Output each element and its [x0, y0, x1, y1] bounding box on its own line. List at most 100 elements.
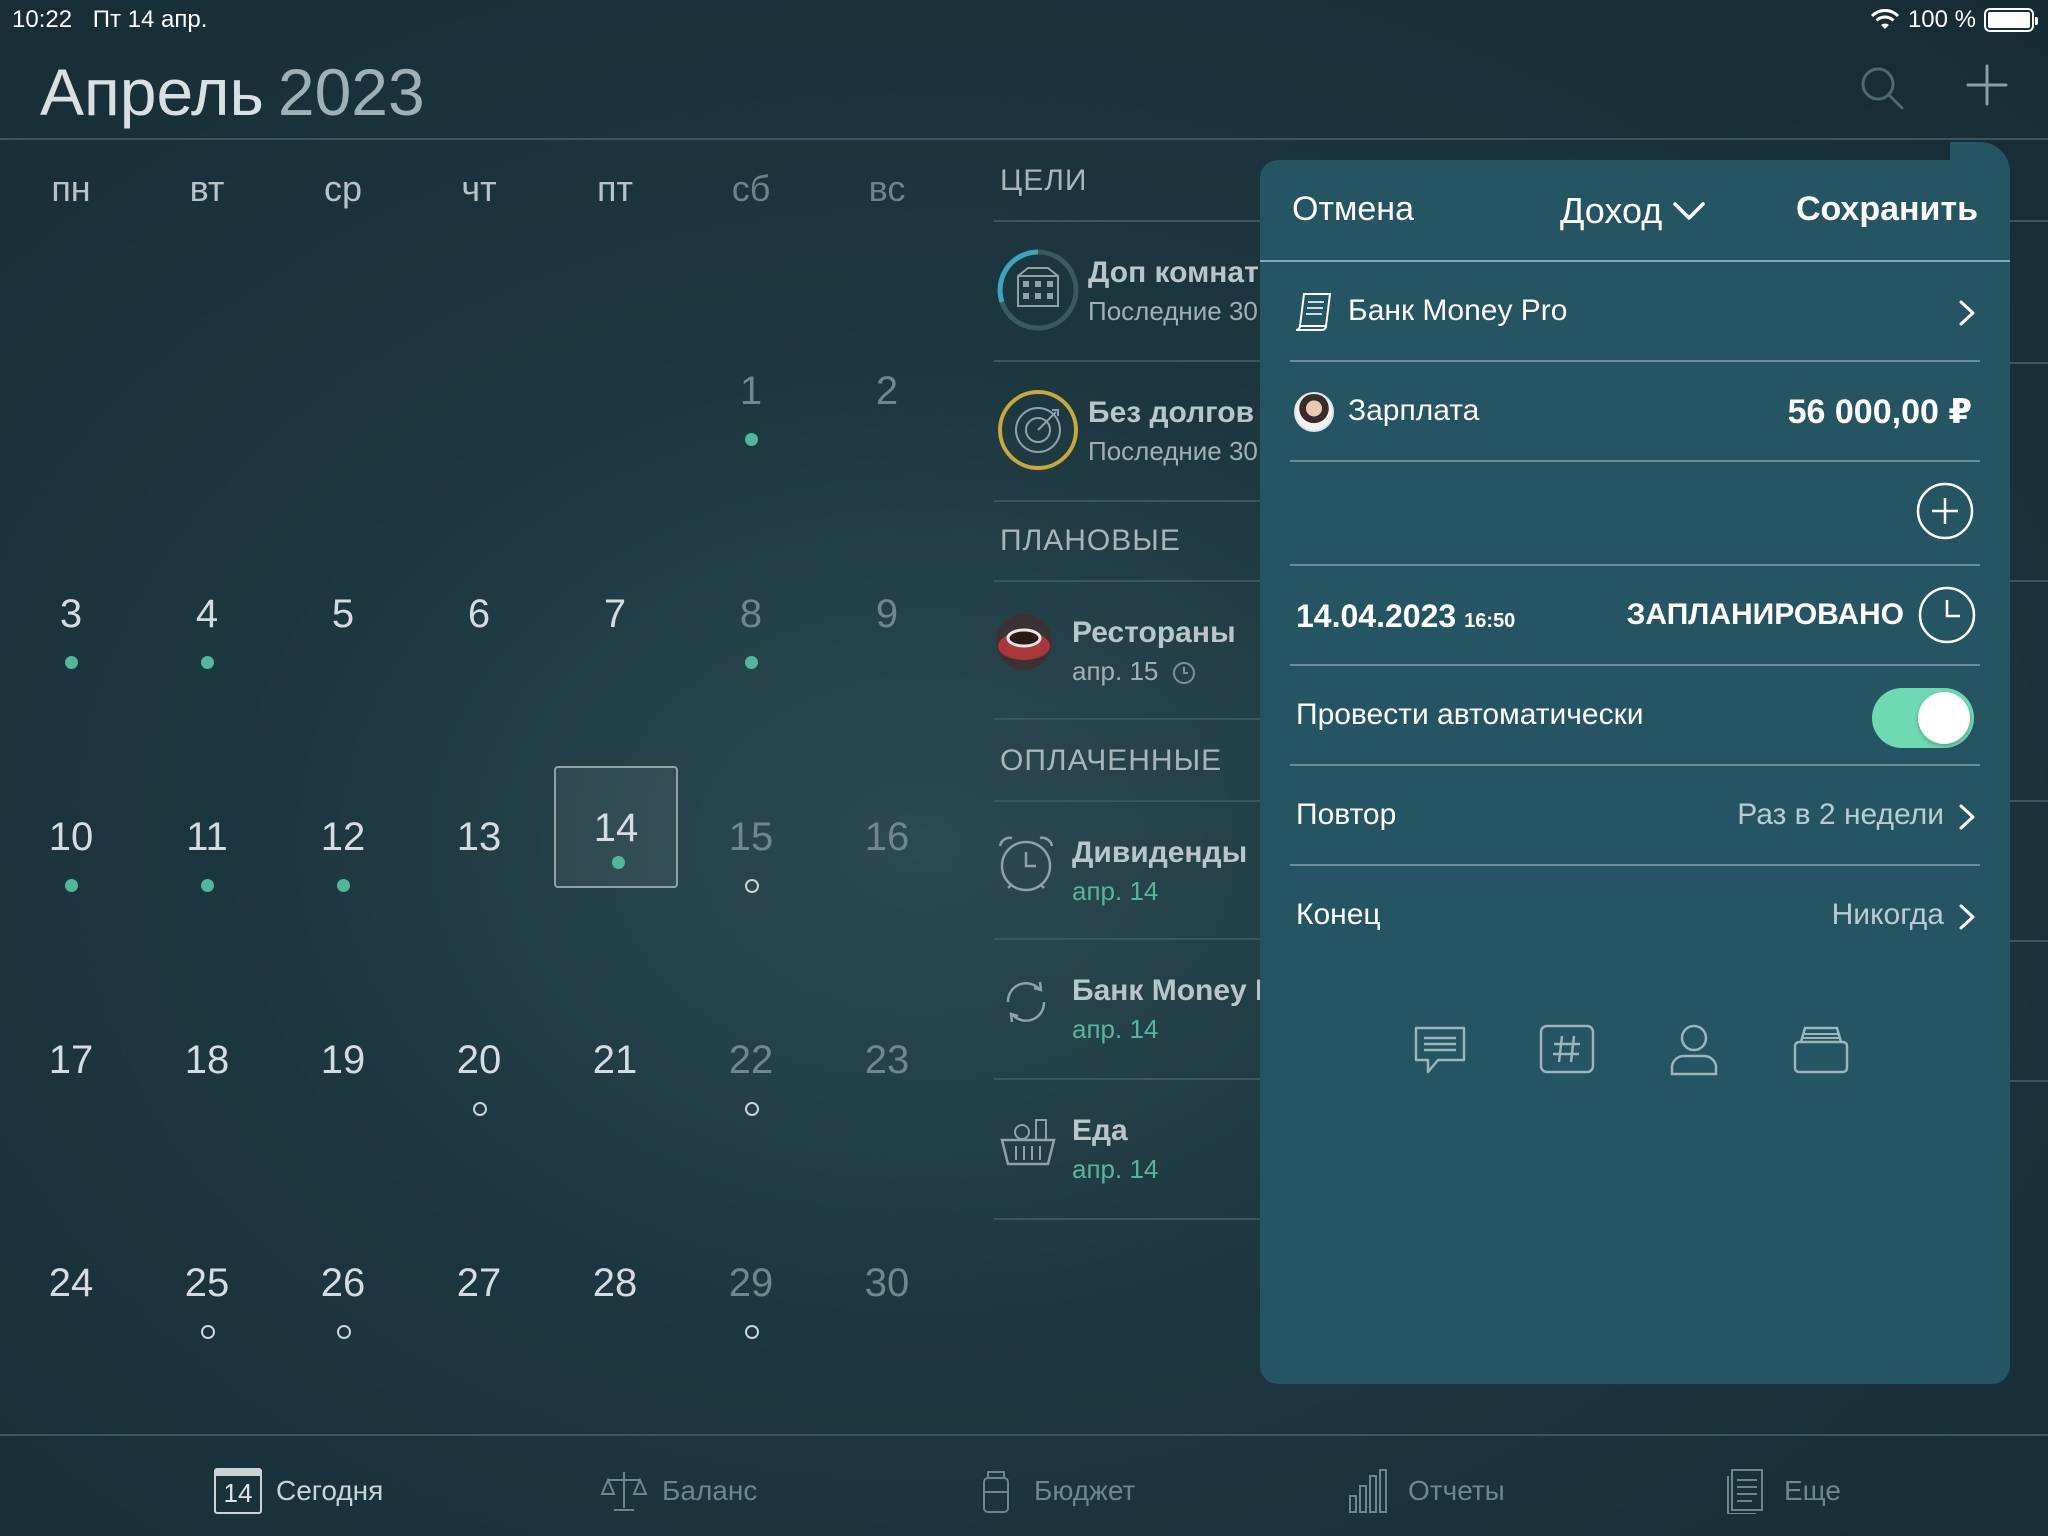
category-row[interactable]: Зарплата 56 000,00 ₽ [1290, 362, 1980, 462]
date-row[interactable]: 14.04.2023 16:50 ЗАПЛАНИРОВАНО [1290, 566, 1980, 666]
header: Апрель 2023 [0, 40, 2048, 140]
clock-icon[interactable] [1918, 586, 1976, 644]
tab-balance[interactable]: Баланс [600, 1466, 757, 1516]
category-name: Зарплата [1348, 394, 1480, 427]
event-dot [337, 879, 350, 892]
item-subtitle: апр. 14 [1072, 1154, 1159, 1184]
scales-icon [600, 1472, 648, 1511]
chevron-right-icon [1959, 904, 1975, 930]
wifi-icon [1870, 9, 1900, 29]
repeat-label: Повтор [1296, 798, 1397, 831]
planned-ring [201, 1325, 215, 1339]
weekday-tue: вт [189, 168, 225, 209]
list-item[interactable]: Без долгов Последние 30 [994, 362, 1294, 502]
popover-header: Отмена Доход Сохранить [1260, 160, 2010, 262]
type-selector[interactable]: Доход [1560, 190, 1706, 232]
tab-budget[interactable]: Бюджет [972, 1466, 1135, 1516]
hashtag-icon[interactable] [1537, 1020, 1597, 1080]
calendar-day[interactable]: 3 [9, 568, 133, 688]
tab-more[interactable]: Еще [1722, 1466, 1841, 1516]
comment-icon[interactable] [1410, 1020, 1470, 1080]
list-item[interactable]: Еда апр. 14 [994, 1080, 1294, 1220]
add-icon[interactable] [1962, 60, 2012, 110]
calendar-day[interactable]: 27 [417, 1237, 541, 1357]
status-time: 10:22 [12, 6, 73, 33]
weekday-sat: сб [731, 168, 771, 209]
item-subtitle: апр. 15 [1072, 656, 1159, 686]
calendar-day[interactable]: 25 [145, 1237, 269, 1357]
add-circle-icon[interactable] [1916, 482, 1974, 540]
person-icon[interactable] [1664, 1020, 1724, 1080]
list-item[interactable]: Доп комнат Последние 30 [994, 220, 1294, 362]
item-title: Еда [1072, 1114, 1128, 1147]
section-goals: ЦЕЛИ [1000, 164, 1088, 197]
item-subtitle: апр. 14 [1072, 1014, 1159, 1044]
calendar-day[interactable]: 16 [825, 791, 949, 911]
calendar-day-today[interactable]: 14 [554, 766, 678, 888]
type-label: Доход [1560, 190, 1663, 231]
chevron-down-icon [1673, 202, 1705, 220]
calendar-day[interactable]: 23 [825, 1014, 949, 1134]
calendar-day[interactable]: 1 [689, 345, 813, 465]
document-icon [1727, 1469, 1763, 1514]
calendar-day[interactable]: 4 [145, 568, 269, 688]
coffee-cup-icon [996, 614, 1052, 670]
inbox-tray-icon[interactable] [1791, 1020, 1851, 1080]
calendar-day[interactable]: 2 [825, 345, 949, 465]
date-value: 14.04.2023 [1296, 598, 1457, 634]
weekday-fri: пт [597, 168, 633, 209]
calendar-day[interactable]: 6 [417, 568, 541, 688]
event-dot [745, 656, 758, 669]
end-row[interactable]: Конец Никогда [1290, 866, 1980, 966]
tab-today[interactable]: 14 Сегодня [214, 1466, 383, 1516]
amount-value[interactable]: 56 000,00 ₽ [1788, 392, 1972, 432]
jar-icon [983, 1471, 1009, 1513]
calendar-day[interactable]: 17 [9, 1014, 133, 1134]
calendar-day[interactable]: 7 [553, 568, 677, 688]
cancel-button[interactable]: Отмена [1292, 190, 1414, 229]
calendar-day[interactable]: 8 [689, 568, 813, 688]
calendar-day[interactable]: 29 [689, 1237, 813, 1357]
month-label: Апрель [40, 55, 264, 129]
calendar-day[interactable]: 18 [145, 1014, 269, 1134]
planned-ring [337, 1325, 351, 1339]
calendar-day[interactable]: 12 [281, 791, 405, 911]
save-button[interactable]: Сохранить [1796, 190, 1978, 229]
auto-toggle[interactable] [1872, 688, 1974, 748]
account-row[interactable]: Банк Money Pro [1290, 262, 1980, 362]
search-icon[interactable] [1858, 64, 1906, 112]
list-item[interactable]: Дивиденды апр. 14 [994, 800, 1294, 940]
calendar-day[interactable]: 10 [9, 791, 133, 911]
bar-chart-icon [1349, 1469, 1387, 1513]
chevron-right-icon [1959, 804, 1975, 830]
calendar-day[interactable]: 30 [825, 1237, 949, 1357]
tab-reports[interactable]: Отчеты [1346, 1466, 1505, 1516]
calendar-day[interactable]: 11 [145, 791, 269, 911]
tab-bar: 14 Сегодня Баланс Бюджет Отчеты Еще [0, 1434, 2048, 1536]
calendar-day[interactable]: 13 [417, 791, 541, 911]
repeat-icon [1006, 981, 1046, 1023]
section-planned: ПЛАНОВЫЕ [1000, 524, 1181, 557]
calendar-day[interactable]: 15 [689, 791, 813, 911]
list-item[interactable]: Банк Money I апр. 14 [994, 940, 1294, 1080]
calendar-day[interactable]: 28 [553, 1237, 677, 1357]
weekday-wed: ср [323, 168, 363, 209]
calendar-day[interactable]: 21 [553, 1014, 677, 1134]
list-item[interactable]: Рестораны апр. 15 [994, 580, 1294, 720]
calendar-day[interactable]: 20 [417, 1014, 541, 1134]
auto-label: Провести автоматически [1296, 698, 1644, 731]
repeat-row[interactable]: Повтор Раз в 2 недели [1290, 766, 1980, 866]
tab-label: Баланс [662, 1475, 758, 1506]
repeat-value: Раз в 2 недели [1737, 798, 1944, 831]
calendar-day[interactable]: 22 [689, 1014, 813, 1134]
item-title: Дивиденды [1072, 836, 1248, 869]
calendar-day[interactable]: 5 [281, 568, 405, 688]
planned-ring [745, 1325, 759, 1339]
item-title: Банк Money I [1072, 974, 1264, 1007]
calendar-day[interactable]: 26 [281, 1237, 405, 1357]
calendar-day[interactable]: 9 [825, 568, 949, 688]
calendar-day[interactable]: 19 [281, 1014, 405, 1134]
calendar-day[interactable]: 24 [9, 1237, 133, 1357]
account-name: Банк Money Pro [1348, 294, 1568, 327]
weekday-thu: чт [461, 168, 497, 209]
